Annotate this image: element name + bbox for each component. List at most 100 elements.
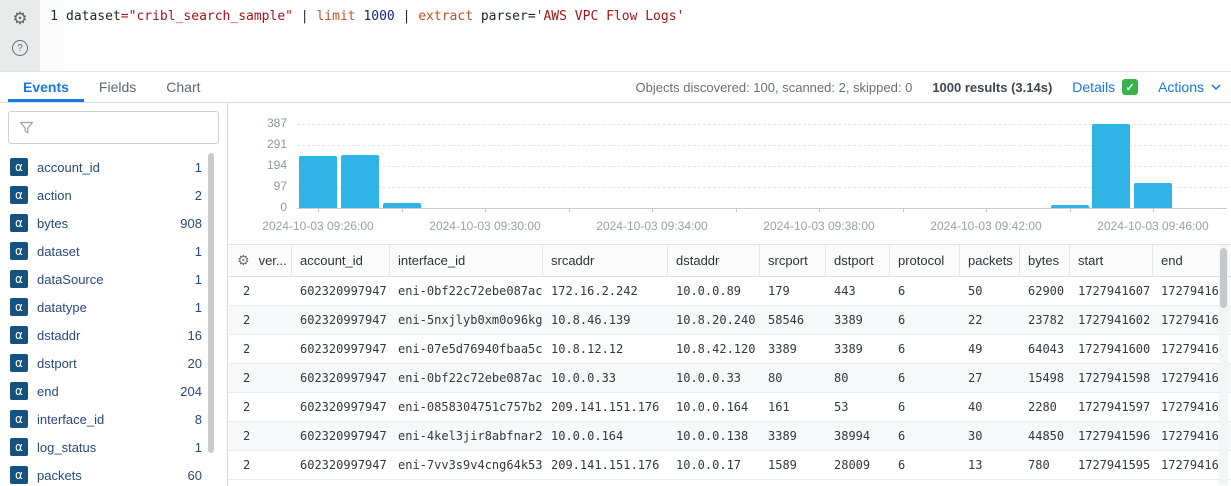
cell-dstport[interactable]: 53: [826, 400, 890, 414]
actions-button[interactable]: Actions: [1158, 79, 1221, 95]
sidebar-scrollbar[interactable]: [208, 153, 214, 478]
sidebar-field-bytes[interactable]: α bytes 908: [0, 209, 228, 237]
column-header-packets[interactable]: packets: [960, 245, 1020, 276]
column-header-dstport[interactable]: dstport: [826, 245, 890, 276]
sidebar-field-log_status[interactable]: α log_status 1: [0, 433, 228, 461]
column-header-bytes[interactable]: bytes: [1020, 245, 1070, 276]
cell-protocol[interactable]: 6: [890, 284, 960, 298]
tab-fields[interactable]: Fields: [84, 72, 151, 102]
cell-interface_id[interactable]: eni-0bf22c72ebe087ac9: [390, 371, 543, 385]
cell-start[interactable]: 1727941607: [1070, 284, 1153, 298]
cell-end[interactable]: 172794160: [1153, 371, 1219, 385]
cell-interface_id[interactable]: eni-5nxjlyb0xm0o96kgs: [390, 313, 543, 327]
cell-end[interactable]: 172794161: [1153, 284, 1219, 298]
cell-packets[interactable]: 22: [960, 313, 1020, 327]
sidebar-field-interface_id[interactable]: α interface_id 8: [0, 405, 228, 433]
column-header-dstaddr[interactable]: dstaddr: [668, 245, 760, 276]
cell-protocol[interactable]: 6: [890, 429, 960, 443]
cell-interface_id[interactable]: eni-4kel3jir8abfnar2k: [390, 429, 543, 443]
cell-packets[interactable]: 50: [960, 284, 1020, 298]
cell-ver[interactable]: 2: [229, 371, 292, 385]
cell-srcport[interactable]: 58546: [760, 313, 826, 327]
cell-account_id[interactable]: 602320997947: [292, 429, 390, 443]
cell-dstport[interactable]: 3389: [826, 342, 890, 356]
cell-bytes[interactable]: 62900: [1020, 284, 1070, 298]
cell-dstport[interactable]: 443: [826, 284, 890, 298]
cell-bytes[interactable]: 44850: [1020, 429, 1070, 443]
column-header-srcaddr[interactable]: srcaddr: [543, 245, 668, 276]
cell-account_id[interactable]: 602320997947: [292, 342, 390, 356]
settings-gear-icon[interactable]: ⚙: [9, 8, 31, 30]
sidebar-field-dataSource[interactable]: α dataSource 1: [0, 265, 228, 293]
sidebar-field-account_id[interactable]: α account_id 1: [0, 153, 228, 181]
cell-end[interactable]: 172794160: [1153, 400, 1219, 414]
cell-start[interactable]: 1727941597: [1070, 400, 1153, 414]
cell-ver[interactable]: 2: [229, 284, 292, 298]
histogram-bar[interactable]: [1092, 124, 1131, 208]
tab-chart[interactable]: Chart: [151, 72, 215, 102]
cell-bytes[interactable]: 780: [1020, 458, 1070, 472]
cell-dstaddr[interactable]: 10.0.0.17: [668, 458, 760, 472]
cell-interface_id[interactable]: eni-07e5d76940fbaa5c6: [390, 342, 543, 356]
cell-dstaddr[interactable]: 10.0.0.138: [668, 429, 760, 443]
cell-protocol[interactable]: 6: [890, 342, 960, 356]
cell-start[interactable]: 1727941595: [1070, 458, 1153, 472]
cell-start[interactable]: 1727941598: [1070, 371, 1153, 385]
cell-srcaddr[interactable]: 209.141.151.176: [543, 458, 668, 472]
cell-packets[interactable]: 27: [960, 371, 1020, 385]
column-header-ver[interactable]: ⚙ ver...: [229, 245, 292, 276]
cell-srcport[interactable]: 3389: [760, 429, 826, 443]
column-settings-gear-icon[interactable]: ⚙: [237, 253, 250, 269]
cell-end[interactable]: 172794160: [1153, 342, 1219, 356]
tab-events[interactable]: Events: [8, 72, 84, 102]
cell-bytes[interactable]: 15498: [1020, 371, 1070, 385]
sidebar-field-end[interactable]: α end 204: [0, 377, 228, 405]
histogram-bar[interactable]: [299, 155, 337, 208]
cell-interface_id[interactable]: eni-0bf22c72ebe087ac9: [390, 284, 543, 298]
cell-dstaddr[interactable]: 10.0.0.33: [668, 371, 760, 385]
cell-dstport[interactable]: 28009: [826, 458, 890, 472]
column-header-account_id[interactable]: account_id: [292, 245, 390, 276]
cell-interface_id[interactable]: eni-7vv3s9v4cng64k53i: [390, 458, 543, 472]
cell-srcport[interactable]: 179: [760, 284, 826, 298]
cell-dstaddr[interactable]: 10.0.0.164: [668, 400, 760, 414]
cell-srcaddr[interactable]: 10.8.46.139: [543, 313, 668, 327]
column-header-end[interactable]: end: [1153, 245, 1219, 276]
cell-srcaddr[interactable]: 172.16.2.242: [543, 284, 668, 298]
cell-srcport[interactable]: 1589: [760, 458, 826, 472]
cell-dstport[interactable]: 38994: [826, 429, 890, 443]
cell-packets[interactable]: 40: [960, 400, 1020, 414]
cell-start[interactable]: 1727941600: [1070, 342, 1153, 356]
cell-packets[interactable]: 30: [960, 429, 1020, 443]
sidebar-field-action[interactable]: α action 2: [0, 181, 228, 209]
table-scrollbar[interactable]: [1219, 246, 1228, 485]
sidebar-field-dstport[interactable]: α dstport 20: [0, 349, 228, 377]
sidebar-field-packets[interactable]: α packets 60: [0, 461, 228, 486]
cell-bytes[interactable]: 64043: [1020, 342, 1070, 356]
histogram-bar[interactable]: [1134, 182, 1172, 208]
cell-dstport[interactable]: 80: [826, 371, 890, 385]
cell-account_id[interactable]: 602320997947: [292, 458, 390, 472]
cell-srcport[interactable]: 161: [760, 400, 826, 414]
cell-protocol[interactable]: 6: [890, 458, 960, 472]
cell-ver[interactable]: 2: [229, 458, 292, 472]
field-filter-input[interactable]: [42, 112, 218, 143]
sidebar-field-datatype[interactable]: α datatype 1: [0, 293, 228, 321]
cell-dstport[interactable]: 3389: [826, 313, 890, 327]
histogram-bar[interactable]: [1050, 204, 1089, 208]
cell-account_id[interactable]: 602320997947: [292, 313, 390, 327]
cell-end[interactable]: 172794160: [1153, 429, 1219, 443]
cell-srcaddr[interactable]: 10.0.0.164: [543, 429, 668, 443]
cell-ver[interactable]: 2: [229, 342, 292, 356]
details-button[interactable]: Details ✓: [1072, 79, 1139, 95]
cell-account_id[interactable]: 602320997947: [292, 284, 390, 298]
cell-ver[interactable]: 2: [229, 429, 292, 443]
help-icon[interactable]: ?: [9, 37, 31, 59]
cell-start[interactable]: 1727941602: [1070, 313, 1153, 327]
cell-protocol[interactable]: 6: [890, 371, 960, 385]
cell-end[interactable]: 172794161: [1153, 313, 1219, 327]
column-header-interface_id[interactable]: interface_id: [390, 245, 543, 276]
table-scrollbar-thumb[interactable]: [1220, 248, 1227, 308]
cell-start[interactable]: 1727941596: [1070, 429, 1153, 443]
cell-bytes[interactable]: 2280: [1020, 400, 1070, 414]
